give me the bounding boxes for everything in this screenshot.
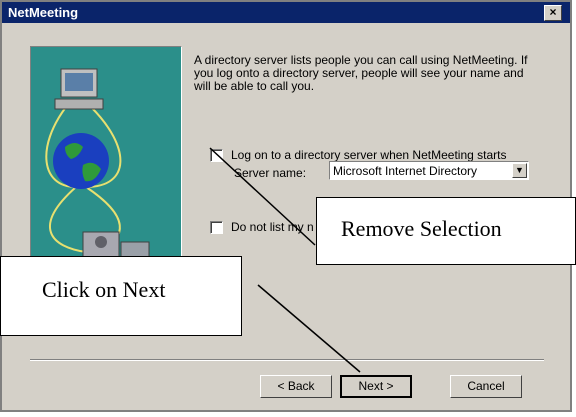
click-next-callout: Click on Next: [0, 256, 242, 336]
remove-selection-callout: Remove Selection: [316, 197, 576, 265]
click-next-text: Click on Next: [42, 277, 166, 302]
remove-selection-text: Remove Selection: [341, 216, 502, 241]
arrow-to-checkbox: [209, 147, 316, 246]
arrow-to-next: [257, 284, 361, 373]
